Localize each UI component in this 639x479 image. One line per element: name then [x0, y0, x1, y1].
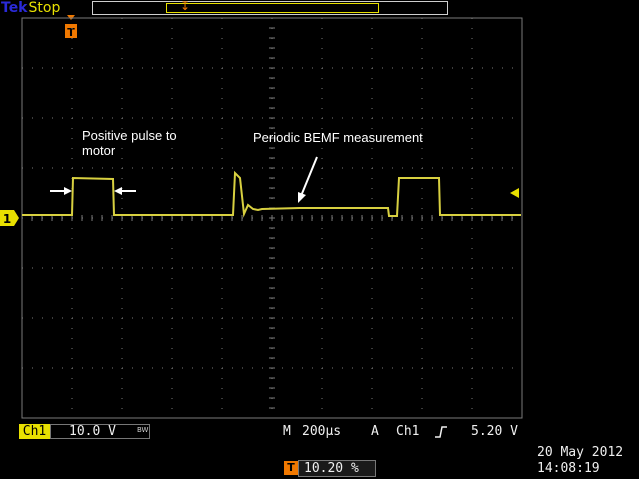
bemf-arrow [298, 156, 318, 203]
graticule [21, 17, 523, 419]
channel-marker-label: 1 [3, 212, 11, 226]
pulse-annotation: Positive pulse to motor [82, 128, 177, 158]
trigger-level-marker[interactable] [510, 188, 519, 198]
volts-per-div: 10.0 V [69, 424, 116, 439]
trigger-position-box[interactable]: 10.20 % [298, 460, 376, 477]
trigger-position-badge-icon: T [284, 461, 298, 475]
ch1-ground-marker[interactable]: 1 [0, 210, 19, 226]
ch1-waveform [22, 170, 521, 218]
timebase-prefix: M [283, 424, 291, 439]
bemf-annotation: Periodic BEMF measurement [253, 130, 423, 145]
trigger-prefix: A [371, 424, 379, 439]
bandwidth-limit-mark: BW [137, 426, 149, 434]
trigger-position-value: 10.20 % [304, 461, 359, 476]
left-arrow [50, 187, 72, 195]
trigger-source[interactable]: Ch1 [396, 424, 419, 439]
trigger-level[interactable]: 5.20 V [471, 424, 518, 439]
date-readout: 20 May 2012 [537, 445, 624, 460]
scope-display: 1 [0, 17, 523, 419]
time-readout: 14:08:19 [537, 461, 600, 476]
rising-edge-icon[interactable] [434, 425, 448, 439]
right-arrow [114, 187, 136, 195]
channel-scale-box[interactable]: 10.0 V BW [50, 424, 150, 439]
channel-label[interactable]: Ch1 [19, 424, 50, 439]
time-per-div[interactable]: 200µs [302, 424, 341, 439]
